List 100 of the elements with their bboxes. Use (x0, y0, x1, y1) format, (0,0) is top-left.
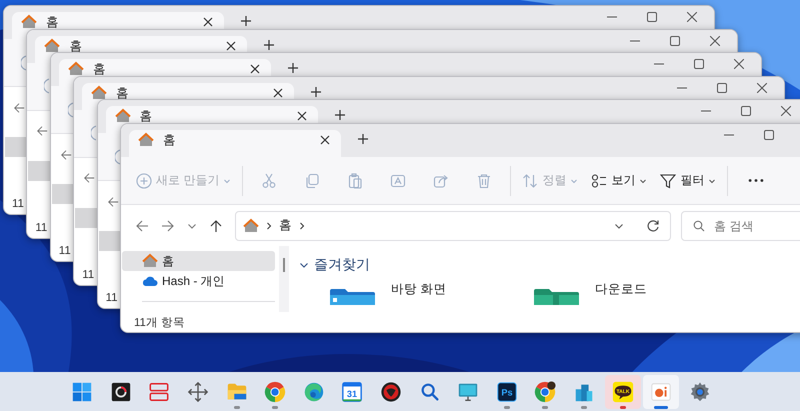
breadcrumb[interactable]: 홈 (279, 217, 292, 234)
status-text: 11 (12, 198, 24, 210)
home-icon (138, 132, 154, 148)
sidebar-item[interactable]: 홈 (122, 251, 275, 271)
search-icon (693, 220, 705, 232)
up-arrow-icon[interactable] (209, 218, 223, 232)
close-icon[interactable] (710, 36, 720, 46)
section-heading: 즐겨찾기 (314, 256, 370, 274)
download-folder-icon[interactable] (533, 289, 579, 305)
home-icon (91, 84, 108, 101)
plus-icon[interactable] (240, 15, 252, 27)
chevron-down-icon (223, 176, 232, 184)
running-indicator (234, 406, 240, 408)
home-icon (44, 38, 60, 54)
status-text: 11개 항목 (134, 316, 186, 330)
chevron-down-icon (570, 176, 578, 184)
start-icon (71, 380, 94, 402)
maximize-icon[interactable] (717, 82, 728, 93)
back-arrow-icon[interactable] (106, 196, 119, 208)
refresh-icon[interactable] (646, 218, 660, 232)
close-icon[interactable] (734, 59, 744, 70)
rename-icon (390, 172, 406, 188)
maximize-icon[interactable] (694, 59, 704, 70)
taskbar-button[interactable]: Ps (488, 374, 525, 408)
copy-icon (304, 172, 320, 188)
status-text: 11 (35, 222, 48, 234)
browser-icon (534, 380, 556, 402)
maximize-icon[interactable] (740, 106, 751, 116)
plus-icon[interactable] (263, 38, 276, 51)
delete-icon (476, 172, 492, 188)
folder-name[interactable]: 다운로드 (595, 280, 647, 298)
running-indicator (504, 406, 510, 408)
close-icon[interactable] (225, 40, 238, 52)
more-icon (748, 179, 764, 182)
plus-icon[interactable] (286, 62, 299, 74)
back-arrow-icon[interactable] (36, 125, 48, 138)
sort-icon (522, 172, 538, 188)
close-icon[interactable] (319, 134, 331, 146)
ps-label: Ps (501, 387, 512, 398)
sidebar-label: 홈 (162, 252, 174, 270)
running-indicator (542, 406, 548, 408)
home-icon (142, 253, 158, 269)
two-rectangles-icon (148, 380, 170, 402)
running-indicator (654, 406, 668, 408)
view-button[interactable]: 보기 (586, 164, 652, 196)
scrollbar[interactable] (279, 246, 289, 312)
chevron-down-icon (639, 176, 648, 184)
sidebar-label: Hash - 개인 (162, 272, 225, 290)
folder-name[interactable]: 바탕 화면 (391, 280, 446, 298)
cut-icon (261, 172, 278, 188)
view-icon (591, 172, 608, 188)
plus-icon[interactable] (334, 109, 346, 122)
maximize-icon[interactable] (647, 12, 657, 22)
close-icon[interactable] (272, 86, 284, 99)
address-bar[interactable]: 홈 (235, 210, 671, 240)
back-arrow-icon[interactable] (13, 102, 25, 114)
running-indicator (620, 406, 626, 408)
browser-icon (264, 380, 286, 402)
filter-button[interactable]: 필터 (655, 164, 722, 196)
slide-icon (650, 380, 672, 402)
forward-arrow-icon[interactable] (161, 218, 175, 232)
running-indicator (272, 406, 278, 408)
new-icon (136, 172, 152, 188)
back-arrow-icon[interactable] (60, 148, 72, 161)
close-icon[interactable] (202, 16, 214, 28)
home-icon (243, 218, 259, 234)
close-icon[interactable] (780, 106, 791, 116)
chevron-right-icon[interactable] (265, 222, 273, 230)
plus-icon[interactable] (357, 133, 369, 145)
tab-title: 홈 (116, 86, 130, 100)
back-arrow-icon[interactable] (135, 218, 149, 232)
maximize-icon[interactable] (670, 36, 680, 46)
tab[interactable]: 홈 (129, 130, 341, 157)
settings-icon (688, 380, 711, 402)
sidebar-item[interactable]: Hash - 개인 (122, 271, 275, 291)
move-arrows-icon (187, 380, 210, 402)
chevron-right-icon[interactable] (298, 222, 306, 230)
home-icon (68, 61, 84, 78)
plus-icon[interactable] (310, 86, 322, 98)
paste-icon (347, 172, 364, 188)
status-text: 11 (82, 268, 94, 281)
record-icon (110, 380, 132, 402)
close-icon[interactable] (757, 82, 768, 93)
calendar-date: 31 (347, 388, 358, 399)
close-icon[interactable] (687, 12, 697, 22)
chevron-down-icon[interactable] (299, 260, 309, 270)
tab-title: 홈 (140, 109, 154, 124)
back-arrow-icon[interactable] (83, 172, 96, 184)
close-icon[interactable] (248, 63, 261, 76)
folder-icon[interactable] (329, 289, 375, 305)
tab-title: 홈 (163, 133, 177, 147)
close-icon[interactable] (296, 110, 308, 122)
home-icon (114, 108, 131, 124)
taskbar-button[interactable]: 31 (334, 374, 370, 408)
search-field[interactable]: 홈 검색 (681, 210, 800, 240)
filter-icon (660, 172, 676, 188)
browser-icon (302, 380, 325, 402)
maximize-icon[interactable] (764, 130, 774, 140)
status-text: 11 (106, 292, 118, 304)
search-icon (418, 380, 441, 402)
